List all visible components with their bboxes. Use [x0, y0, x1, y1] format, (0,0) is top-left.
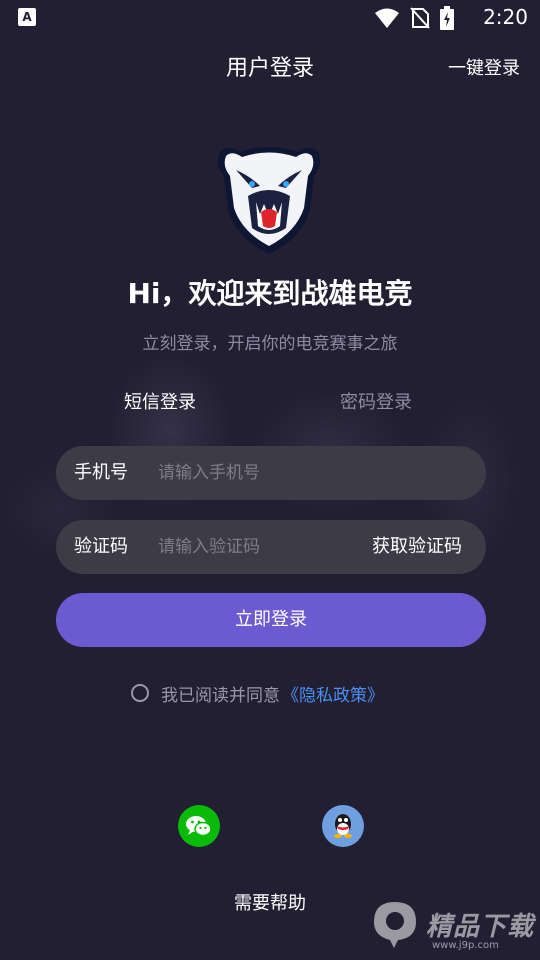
welcome-subtitle: 立刻登录，开启你的电竞赛事之旅 — [142, 334, 398, 354]
no-sim-icon — [410, 7, 430, 29]
watermark-logo: 精品下载 www.j9p.com — [372, 896, 538, 958]
status-time: 2:20 — [483, 5, 528, 29]
wifi-icon — [375, 8, 399, 28]
app-header: 用户登录 一键登录 — [0, 50, 540, 88]
agreement-text: 我已阅读并同意 — [161, 685, 280, 706]
get-code-button[interactable]: 获取验证码 — [372, 520, 462, 574]
status-bar: A 2:20 — [0, 0, 540, 36]
login-button[interactable]: 立即登录 — [56, 593, 486, 647]
tab-password-login[interactable]: 密码登录 — [340, 388, 412, 418]
agreement-row: 我已阅读并同意 《隐私政策》 — [131, 678, 384, 708]
code-field: 验证码 获取验证码 — [56, 520, 486, 574]
qq-login-button[interactable] — [322, 805, 364, 847]
code-input[interactable] — [158, 533, 358, 561]
watermark-badge-icon — [374, 902, 416, 948]
qq-icon — [334, 814, 352, 838]
tab-sms-login[interactable]: 短信登录 — [124, 388, 196, 418]
agreement-checkbox[interactable] — [131, 684, 149, 702]
code-label: 验证码 — [74, 536, 128, 557]
status-icons — [374, 6, 454, 30]
onekey-login-link[interactable]: 一键登录 — [448, 50, 520, 88]
battery-charging-icon — [440, 6, 454, 30]
wechat-login-button[interactable] — [178, 805, 220, 847]
phone-input[interactable] — [158, 459, 358, 487]
welcome-title: Hi，欢迎来到战雄电竞 — [127, 277, 413, 310]
app-notification-icon: A — [18, 8, 36, 26]
privacy-policy-link[interactable]: 《隐私政策》 — [282, 681, 384, 706]
phone-field: 手机号 — [56, 446, 486, 500]
bear-logo — [217, 147, 321, 254]
phone-label: 手机号 — [74, 462, 128, 483]
wechat-icon — [186, 816, 212, 837]
